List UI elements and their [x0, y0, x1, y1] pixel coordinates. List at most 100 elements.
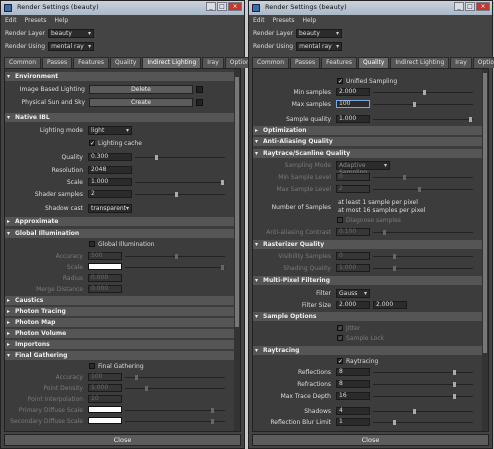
sun-sky-create-button[interactable]: Create — [89, 98, 193, 107]
min-sample-level-slider[interactable] — [373, 175, 473, 180]
photon-map-section-header[interactable]: Photon Map — [5, 318, 234, 327]
tab-indirect-lighting[interactable]: Indirect Lighting — [390, 57, 450, 68]
sample-quality-slider[interactable] — [373, 117, 473, 122]
secondary-diffuse-slider[interactable] — [125, 419, 225, 424]
rasterizer-quality-section-header[interactable]: Rasterizer Quality — [253, 240, 482, 249]
ibl-delete-button[interactable]: Delete — [89, 85, 193, 94]
maximize-icon[interactable]: □ — [465, 2, 475, 11]
filter-select[interactable]: Gauss — [336, 289, 370, 298]
max-samples-slider[interactable] — [373, 102, 473, 107]
lighting-mode-select[interactable]: light — [88, 126, 132, 135]
menu-help[interactable]: Help — [302, 17, 316, 24]
maximize-icon[interactable]: □ — [217, 2, 227, 11]
final-gathering-section-header[interactable]: Final Gathering — [5, 351, 234, 360]
caustics-section-header[interactable]: Caustics — [5, 296, 234, 305]
photon-tracing-section-header[interactable]: Photon Tracing — [5, 307, 234, 316]
minimize-icon[interactable]: _ — [454, 2, 464, 11]
shading-quality-slider[interactable] — [373, 266, 473, 271]
close-button[interactable]: Close — [252, 434, 489, 446]
tab-common[interactable]: Common — [4, 57, 42, 68]
environment-section-header[interactable]: Environment — [5, 72, 234, 81]
min-samples-field[interactable]: 2.000 — [336, 88, 370, 96]
render-using-select[interactable]: mental ray — [296, 42, 343, 51]
point-interpolation-field[interactable]: 10 — [88, 395, 122, 403]
raytracing-checkbox[interactable]: ✓ — [337, 358, 343, 365]
render-using-select[interactable]: mental ray — [48, 42, 95, 51]
sun-sky-map-icon[interactable] — [196, 99, 203, 106]
sample-quality-field[interactable]: 1.000 — [336, 115, 370, 123]
gi-scale-slider[interactable] — [125, 265, 225, 270]
primary-diffuse-color-swatch[interactable] — [88, 406, 122, 413]
reflections-field[interactable]: 8 — [336, 368, 370, 376]
resolution-field[interactable]: 2048 — [88, 166, 132, 174]
tab-quality[interactable]: Quality — [357, 57, 390, 68]
tab-indirect-lighting[interactable]: Indirect Lighting — [142, 57, 202, 68]
quality-field[interactable]: 0.300 — [88, 153, 132, 161]
aa-contrast-field[interactable]: 0.100 — [336, 228, 370, 236]
minimize-icon[interactable]: _ — [206, 2, 216, 11]
tab-iray[interactable]: Iray — [202, 57, 224, 68]
max-trace-depth-field[interactable]: 16 — [336, 392, 370, 400]
diagnose-samples-checkbox[interactable] — [337, 217, 343, 223]
fg-accuracy-slider[interactable] — [125, 375, 225, 380]
raytrace-scanline-section-header[interactable]: Raytrace/Scanline Quality — [253, 149, 482, 158]
min-samples-slider[interactable] — [373, 90, 473, 95]
approximate-section-header[interactable]: Approximate — [5, 217, 234, 226]
native-ibl-section-header[interactable]: Native IBL — [5, 113, 234, 122]
tab-iray[interactable]: Iray — [450, 57, 472, 68]
sampling-mode-select[interactable]: Adaptive Sampling — [336, 161, 390, 176]
filter-size-x-field[interactable]: 2.000 — [336, 301, 370, 309]
menu-presets[interactable]: Presets — [25, 17, 47, 24]
menu-presets[interactable]: Presets — [273, 17, 295, 24]
global-illumination-checkbox[interactable] — [89, 241, 95, 247]
refractions-field[interactable]: 8 — [336, 380, 370, 388]
tab-common[interactable]: Common — [252, 57, 290, 68]
raytracing-section-header[interactable]: Raytracing — [253, 346, 482, 355]
shading-quality-field[interactable]: 1.000 — [336, 264, 370, 272]
close-window-icon[interactable]: × — [476, 2, 490, 11]
lighting-cache-checkbox[interactable]: ✓ — [89, 140, 95, 147]
reflection-blur-limit-field[interactable]: 1 — [336, 418, 370, 426]
quality-slider[interactable] — [135, 155, 225, 160]
shader-samples-field[interactable]: 2 — [88, 190, 132, 198]
ibl-map-icon[interactable] — [196, 86, 203, 93]
max-sample-level-slider[interactable] — [373, 187, 473, 192]
sample-options-section-header[interactable]: Sample Options — [253, 312, 482, 321]
aa-contrast-slider[interactable] — [373, 230, 473, 235]
render-layer-select[interactable]: beauty — [296, 29, 342, 38]
menu-help[interactable]: Help — [54, 17, 68, 24]
reflections-slider[interactable] — [373, 370, 473, 375]
tab-options[interactable]: Options — [472, 57, 494, 68]
min-sample-level-field[interactable]: 0 — [336, 173, 370, 181]
scale-field[interactable]: 1.000 — [88, 178, 132, 186]
scrollbar[interactable] — [234, 69, 240, 431]
menu-edit[interactable]: Edit — [253, 17, 265, 24]
tab-features[interactable]: Features — [321, 57, 357, 68]
render-layer-select[interactable]: beauty — [48, 29, 94, 38]
max-trace-depth-slider[interactable] — [373, 394, 473, 399]
sample-lock-checkbox[interactable]: ✓ — [337, 335, 343, 342]
point-density-slider[interactable] — [125, 386, 225, 391]
tab-passes[interactable]: Passes — [290, 57, 321, 68]
close-button[interactable]: Close — [4, 434, 241, 446]
visibility-samples-field[interactable]: 0 — [336, 252, 370, 260]
jitter-checkbox[interactable]: ✓ — [337, 325, 343, 332]
gi-scale-color-swatch[interactable] — [88, 263, 122, 270]
fg-accuracy-field[interactable]: 100 — [88, 373, 122, 381]
photon-volume-section-header[interactable]: Photon Volume — [5, 329, 234, 338]
filter-size-y-field[interactable]: 2.000 — [373, 301, 407, 309]
max-samples-field[interactable]: 100 — [336, 100, 370, 108]
scrollbar[interactable] — [482, 69, 488, 431]
reflection-blur-limit-slider[interactable] — [373, 420, 473, 425]
shadow-cast-select[interactable]: transparent — [88, 204, 132, 213]
tab-features[interactable]: Features — [73, 57, 109, 68]
unified-sampling-checkbox[interactable]: ✓ — [337, 78, 343, 85]
gi-accuracy-field[interactable]: 500 — [88, 252, 122, 260]
point-density-field[interactable]: 1.000 — [88, 384, 122, 392]
merge-distance-field[interactable]: 0.000 — [88, 285, 122, 293]
primary-diffuse-slider[interactable] — [125, 408, 225, 413]
shadows-field[interactable]: 4 — [336, 407, 370, 415]
anti-aliasing-section-header[interactable]: Anti-Aliasing Quality — [253, 137, 482, 146]
refractions-slider[interactable] — [373, 382, 473, 387]
menu-edit[interactable]: Edit — [5, 17, 17, 24]
